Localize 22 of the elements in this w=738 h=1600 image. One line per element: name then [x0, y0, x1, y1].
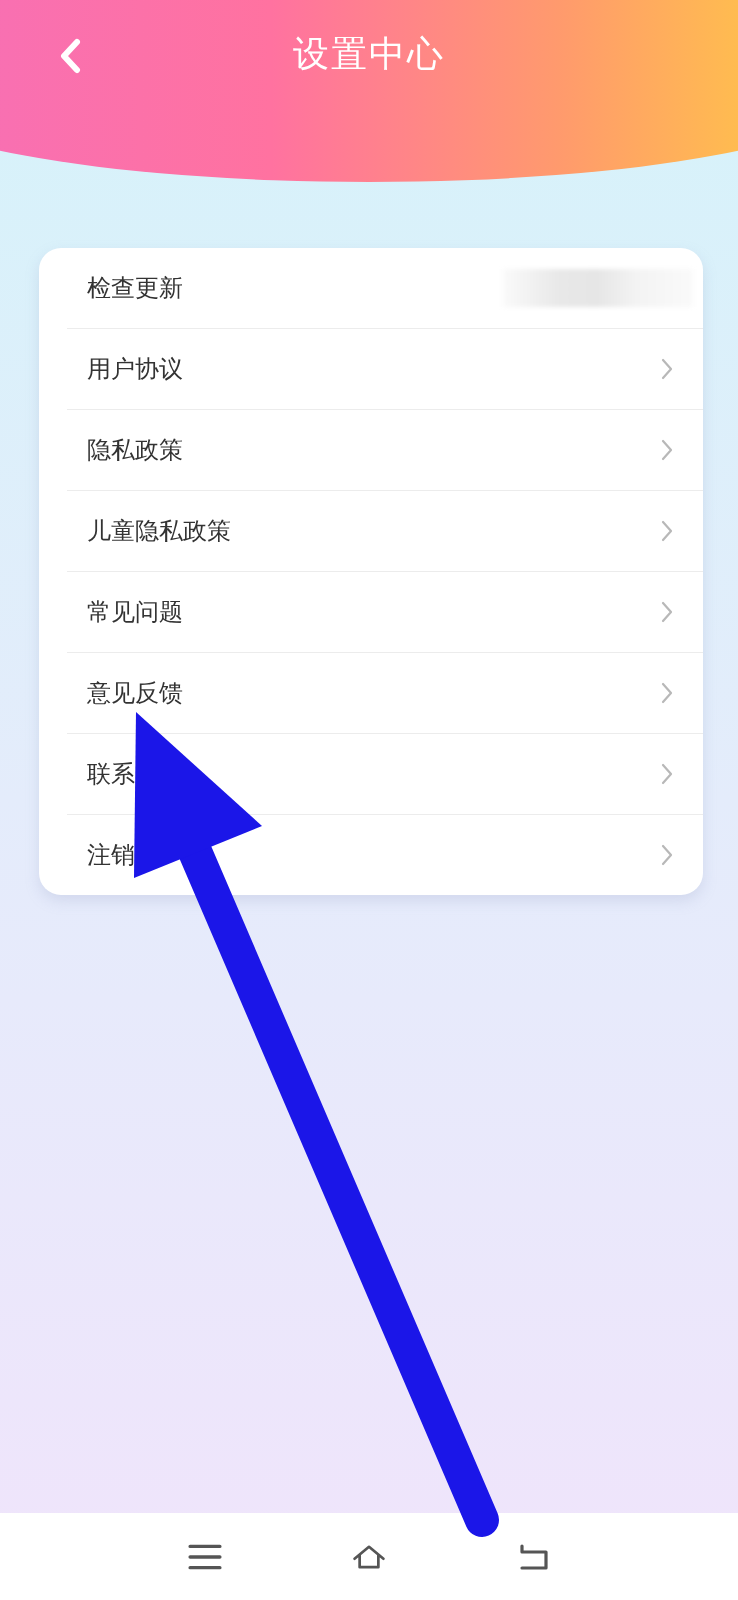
settings-row[interactable]: 隐私政策 [67, 410, 703, 491]
settings-row[interactable]: 儿童隐私政策 [67, 491, 703, 572]
settings-row[interactable]: 检查更新 [67, 248, 703, 329]
settings-row[interactable]: 注销 [67, 815, 703, 895]
settings-row[interactable]: 常见问题 [67, 572, 703, 653]
chevron-icon [661, 844, 673, 866]
row-label: 儿童隐私政策 [87, 516, 231, 547]
row-label: 常见问题 [87, 597, 183, 628]
page-title: 设置中心 [293, 32, 445, 76]
row-label: 意见反馈 [87, 678, 183, 709]
settings-row[interactable]: 用户协议 [67, 329, 703, 410]
chevron-icon [661, 682, 673, 704]
chevron-icon [661, 439, 673, 461]
row-label: 检查更新 [87, 273, 183, 304]
chevron-icon [661, 763, 673, 785]
row-label: 用户协议 [87, 354, 183, 385]
chevron-icon [661, 601, 673, 623]
chevron-icon [661, 520, 673, 542]
row-label: 注销 [87, 840, 135, 871]
row-label: 隐私政策 [87, 435, 183, 466]
row-label: 联系 [87, 759, 135, 790]
chevron-icon [661, 358, 673, 380]
